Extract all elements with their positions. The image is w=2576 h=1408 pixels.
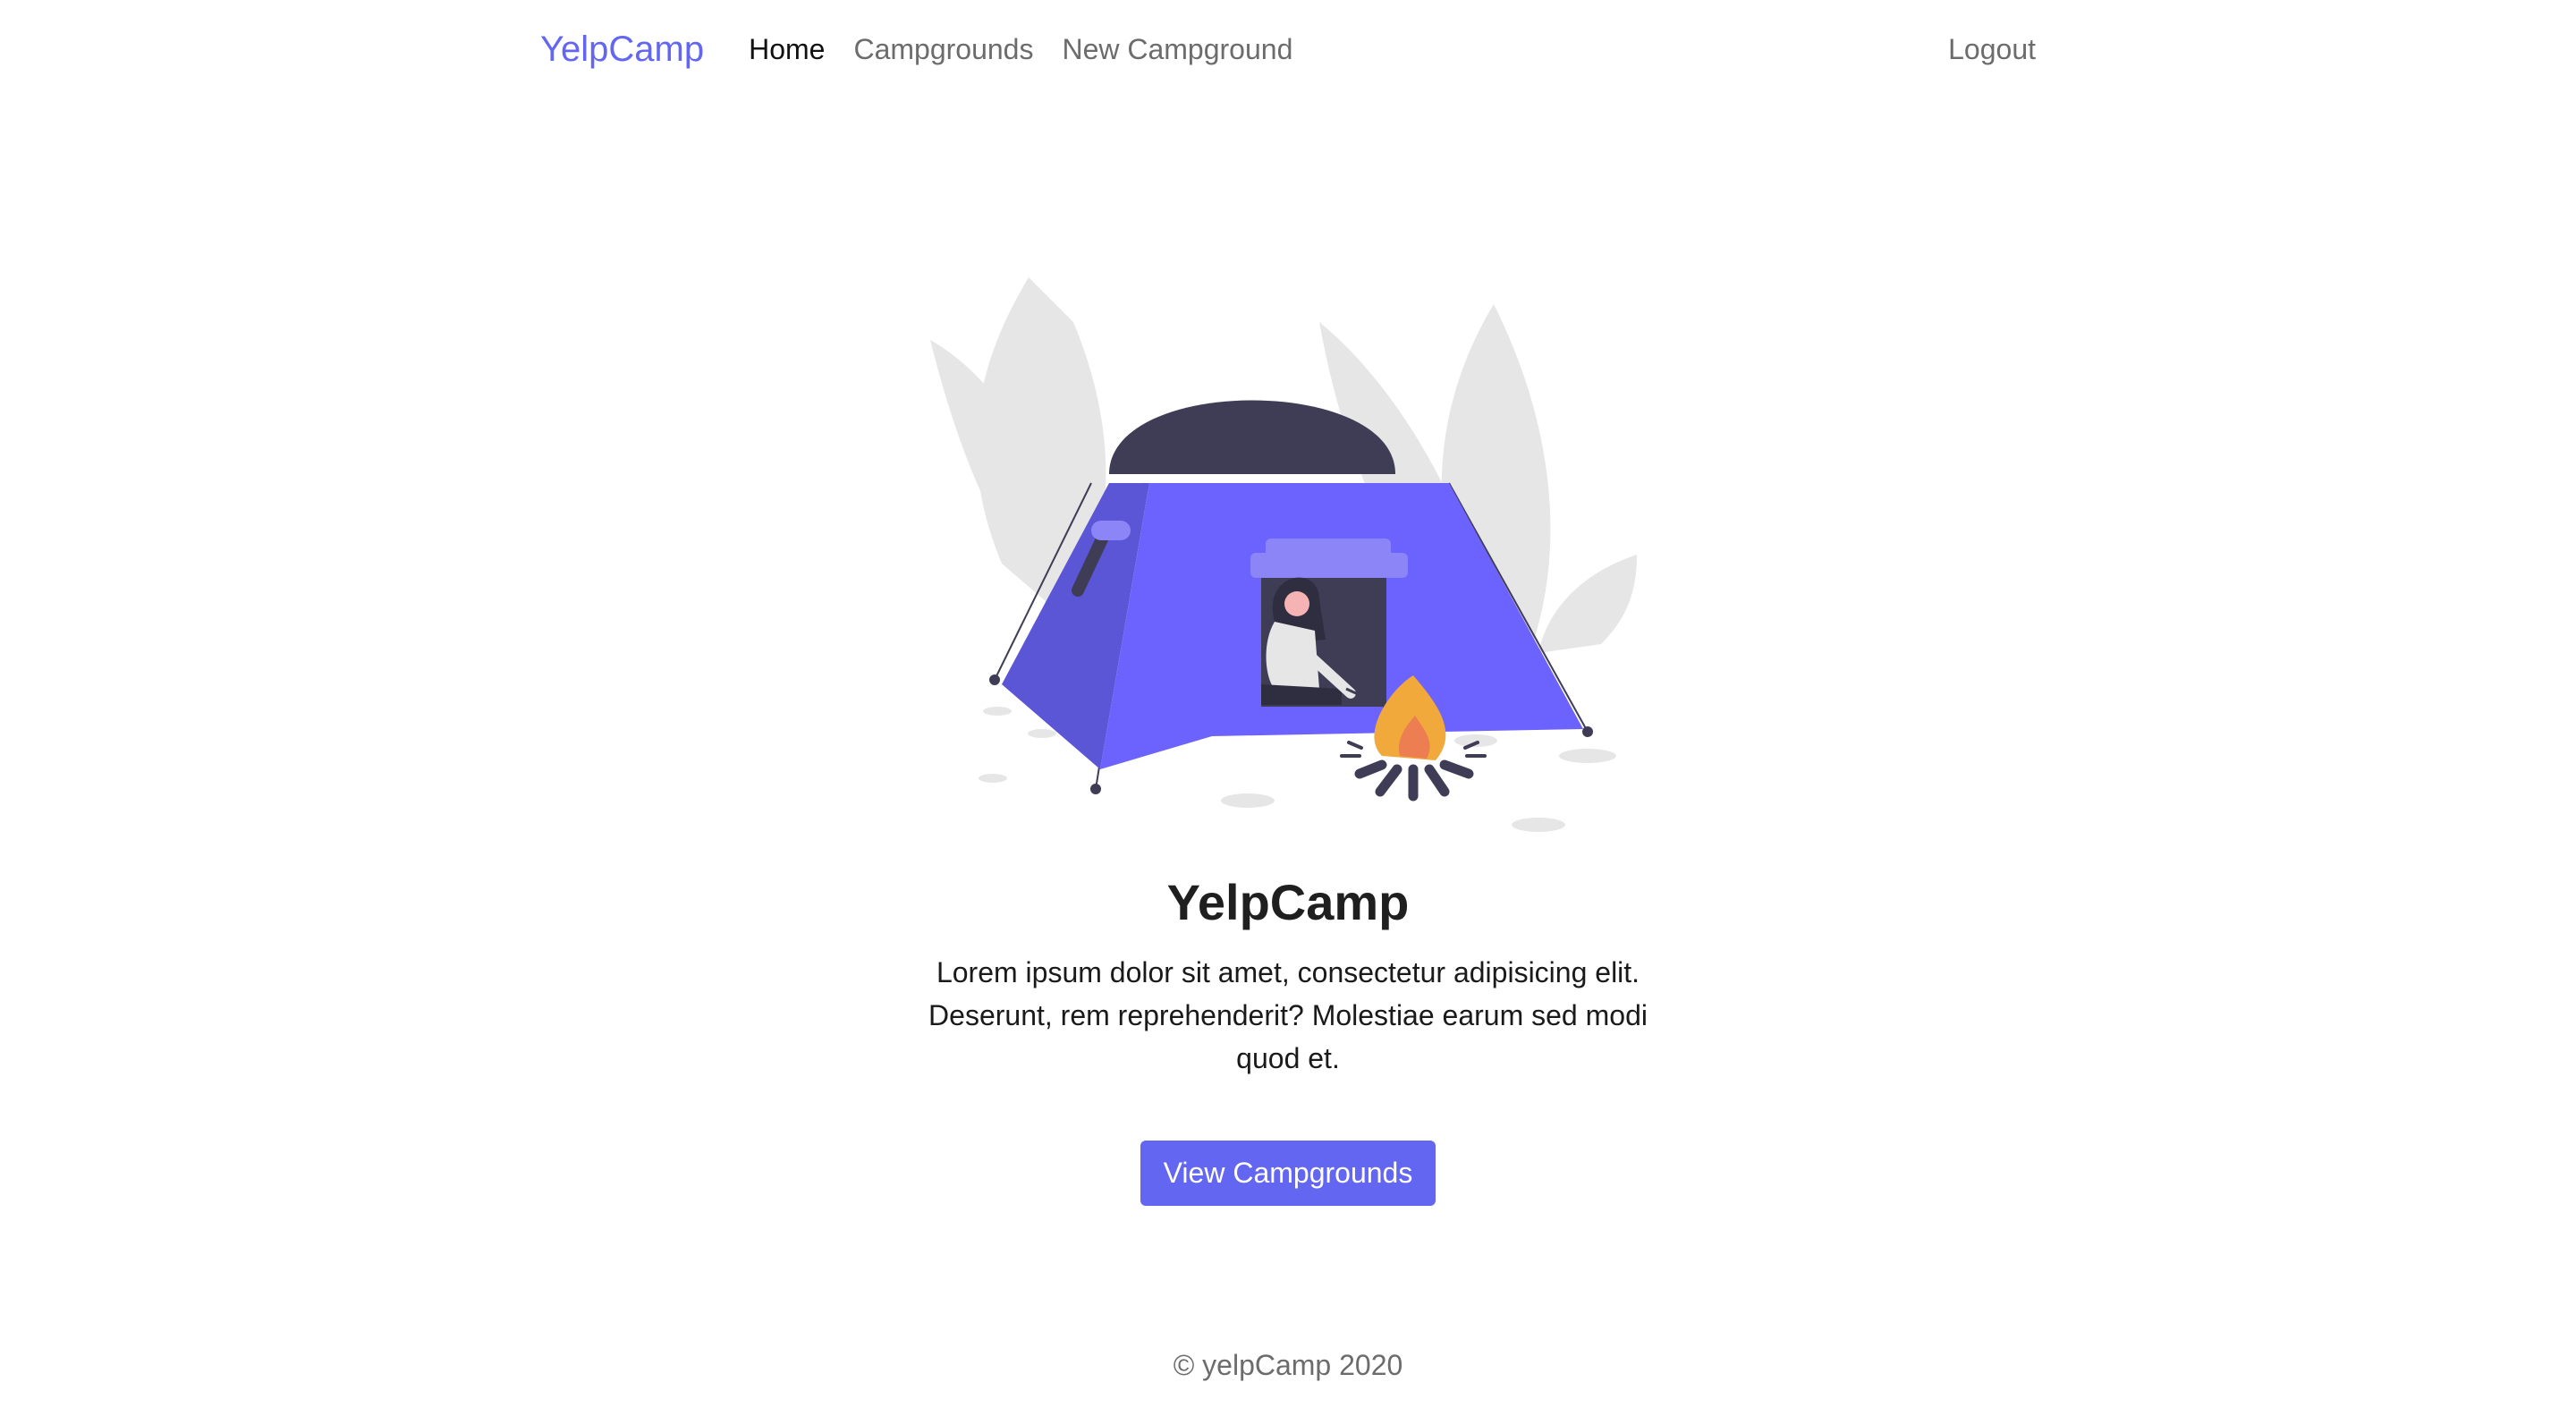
stake-front [1090, 784, 1101, 794]
ground-shadow-1 [983, 707, 1012, 716]
footer: © yelpCamp 2020 [0, 1349, 2576, 1382]
hero-description: Lorem ipsum dolor sit amet, consectetur … [928, 956, 1648, 1074]
ground-shadow-3 [979, 774, 1007, 783]
tent-vent-cap [1091, 521, 1131, 540]
logout-link[interactable]: Logout [1948, 33, 2036, 65]
hero-section: YelpCamp Lorem ipsum dolor sit amet, con… [0, 268, 2576, 1206]
nav-link-campgrounds[interactable]: Campgrounds [853, 33, 1033, 66]
tent-door-roll-top [1266, 539, 1391, 558]
nav-link-new-campground[interactable]: New Campground [1062, 33, 1292, 66]
footer-copyright: © yelpCamp 2020 [1173, 1349, 1403, 1381]
navbar: YelpCamp Home Campgrounds New Campground… [0, 0, 2576, 98]
person-head [1284, 591, 1309, 616]
ground-shadow-4 [1221, 793, 1275, 808]
ground-shadow-6 [1559, 749, 1616, 763]
right-small-leaf-shape [1538, 555, 1637, 653]
ground-shadow-2 [1028, 729, 1056, 738]
stake-left [989, 674, 1000, 685]
stake-right [1582, 726, 1593, 737]
nav-link-home[interactable]: Home [749, 33, 825, 66]
view-campgrounds-button[interactable]: View Campgrounds [1140, 1141, 1436, 1206]
brand-link[interactable]: YelpCamp [540, 30, 704, 70]
hero-title: YelpCamp [1166, 874, 1410, 930]
navbar-right: Logout [1948, 33, 2036, 66]
navbar-container: YelpCamp Home Campgrounds New Campground… [540, 0, 2036, 98]
camping-illustration [930, 277, 1637, 832]
ground-shadow-7 [1512, 818, 1565, 832]
firewood [1354, 759, 1474, 802]
